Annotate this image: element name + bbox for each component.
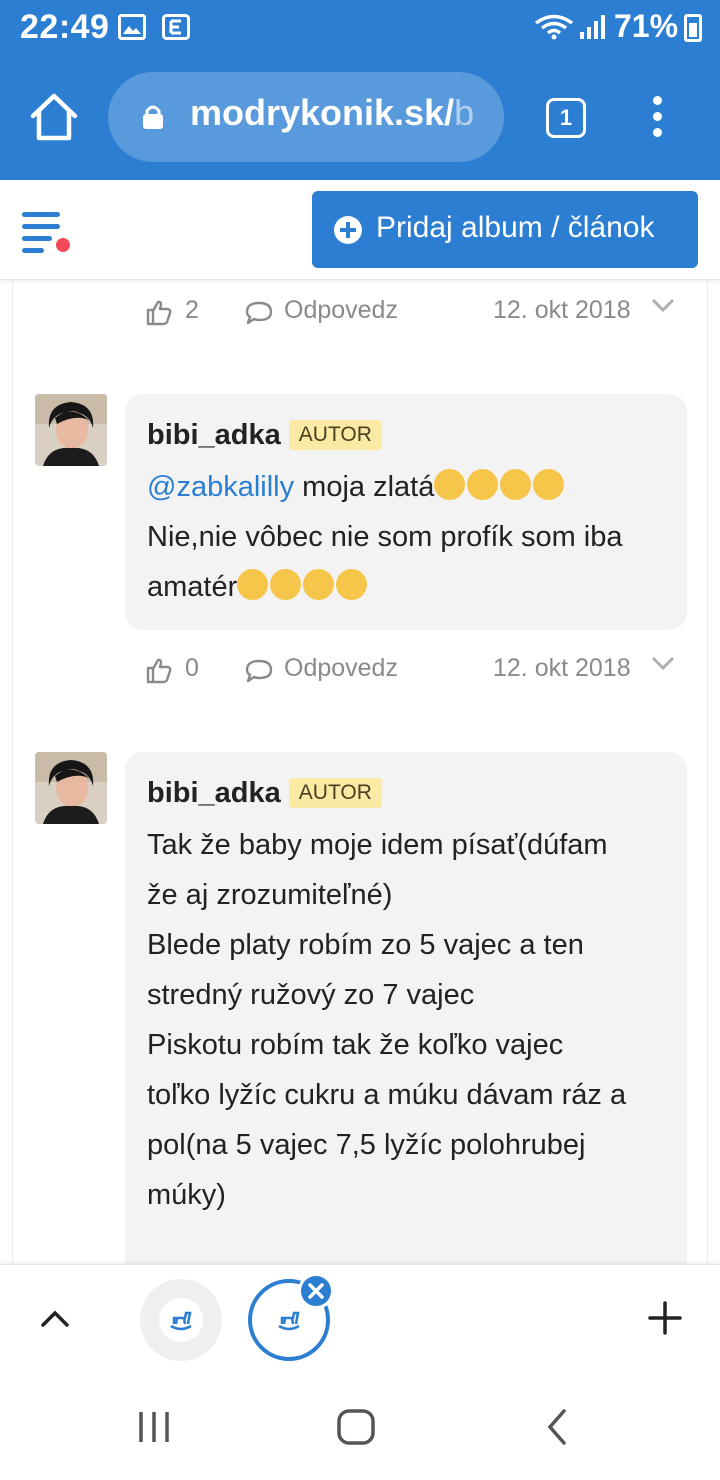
thumbs-up-icon[interactable] [145, 298, 173, 326]
avatar[interactable] [35, 394, 107, 466]
comment-text-line: toľko lyžíc cukru a múku dávam ráz a [147, 1079, 627, 1111]
thumbs-up-icon[interactable] [145, 656, 173, 684]
comment-meta: 0 Odpovedz 12. okt 2018 [13, 650, 707, 690]
wifi-icon [534, 14, 574, 40]
comment-text-line: moja zlatá [294, 471, 435, 503]
comment-text: @zabkalilly moja zlatá Nie,nie vôbec nie… [147, 462, 665, 612]
comment-date: 12. okt 2018 [493, 296, 631, 324]
avatar-photo [35, 394, 107, 466]
home-icon[interactable] [28, 92, 80, 142]
comment-text-line: stredný ružový zo 7 vajec [147, 979, 475, 1011]
new-tab-plus-icon[interactable] [648, 1301, 682, 1335]
e-notification-icon [162, 14, 190, 40]
speech-bubble-icon[interactable] [245, 658, 273, 684]
author-badge: AUTOR [288, 778, 382, 808]
like-count: 2 [185, 296, 199, 324]
chevron-down-icon[interactable] [649, 652, 677, 676]
wink-emoji-icon [336, 569, 368, 600]
lock-icon [143, 105, 163, 129]
author-name[interactable]: bibi_adka [147, 777, 281, 809]
avatar[interactable] [35, 752, 107, 824]
author-name[interactable]: bibi_adka [147, 419, 281, 451]
comment-text-line: Piskotu robím tak že koľko vajec [147, 1029, 564, 1061]
back-nav-icon[interactable] [542, 1408, 572, 1446]
comment-text-line: Blede platy robím zo 5 vajec a ten [147, 929, 584, 961]
home-nav-icon[interactable] [336, 1408, 376, 1446]
kiss-emoji-icon [467, 469, 499, 500]
speech-bubble-icon[interactable] [245, 300, 273, 326]
rocking-horse-icon [170, 1311, 192, 1331]
kiss-emoji-icon [500, 469, 532, 500]
tab-thumbnail[interactable] [140, 1279, 222, 1361]
recent-apps-icon[interactable] [136, 1410, 172, 1444]
browser-bottom-bar [0, 1264, 720, 1374]
battery-icon [684, 14, 702, 42]
gallery-icon [118, 14, 146, 40]
avatar-photo [35, 752, 107, 824]
url-path: b [454, 92, 475, 133]
kiss-emoji-icon [533, 469, 565, 500]
comment-bubble: bibi_adka AUTOR Tak že baby moje idem pís… [125, 752, 687, 1264]
browser-chrome: 22:49 71% modrykonik.sk/b 1 [0, 0, 720, 180]
wink-emoji-icon [270, 569, 302, 600]
add-album-label: Pridaj album / článok [376, 211, 655, 244]
add-album-button[interactable]: Pridaj album / článok [312, 191, 698, 268]
signal-icon [580, 15, 605, 39]
comment-bubble: bibi_adka AUTOR @zabkalilly moja zlatá Ni… [125, 394, 687, 630]
comment-text-line: že aj zrozumiteľné) [147, 879, 393, 911]
plus-circle-icon [334, 216, 362, 244]
wink-emoji-icon [237, 569, 269, 600]
like-count: 0 [185, 654, 199, 682]
status-bar: 22:49 71% [0, 0, 720, 56]
comment-text-line: múky) [147, 1179, 226, 1211]
system-nav-bar [0, 1374, 720, 1480]
kiss-emoji-icon [434, 469, 466, 500]
comment-text: Tak že baby moje idem písať(dúfam že aj … [147, 820, 665, 1220]
comment-text-line: pol(na 5 vajec 7,5 lyžíc polohrubej [147, 1129, 586, 1161]
url-text: modrykonik.sk/b [190, 92, 474, 134]
mention-link[interactable]: @zabkalilly [147, 471, 294, 503]
site-header: Pridaj album / článok [0, 180, 720, 280]
comment-text-line: amatér [147, 571, 238, 603]
comment-author-row: bibi_adka AUTOR [147, 774, 665, 812]
tab-switcher-button[interactable]: 1 [546, 98, 586, 138]
wink-emoji-icon [303, 569, 335, 600]
comment-meta: 2 Odpovedz 12. okt 2018 [13, 292, 707, 332]
chevron-down-icon[interactable] [649, 294, 677, 318]
comment-date: 12. okt 2018 [493, 654, 631, 682]
notification-dot [54, 236, 72, 254]
comments-list: 2 Odpovedz 12. okt 2018 bibi_adka AUTOR @… [12, 280, 708, 1264]
url-domain: modrykonik.sk/ [190, 92, 455, 133]
status-time: 22:49 [20, 8, 110, 46]
comment-text-line: Tak že baby moje idem písať(dúfam [147, 829, 608, 861]
reply-button[interactable]: Odpovedz [284, 654, 398, 683]
chevron-up-icon[interactable] [40, 1307, 70, 1331]
hamburger-menu-icon[interactable] [22, 212, 76, 258]
more-menu-icon[interactable] [648, 96, 666, 140]
comment-author-row: bibi_adka AUTOR [147, 416, 665, 454]
author-badge: AUTOR [288, 420, 382, 450]
url-toolbar: modrykonik.sk/b 1 [0, 62, 720, 174]
battery-percent: 71% [614, 8, 679, 44]
comment-text-line: Nie,nie vôbec nie som profík som iba [147, 521, 623, 553]
reply-button[interactable]: Odpovedz [284, 296, 398, 325]
address-bar[interactable]: modrykonik.sk/b [108, 72, 504, 162]
close-tab-icon[interactable] [298, 1273, 334, 1309]
